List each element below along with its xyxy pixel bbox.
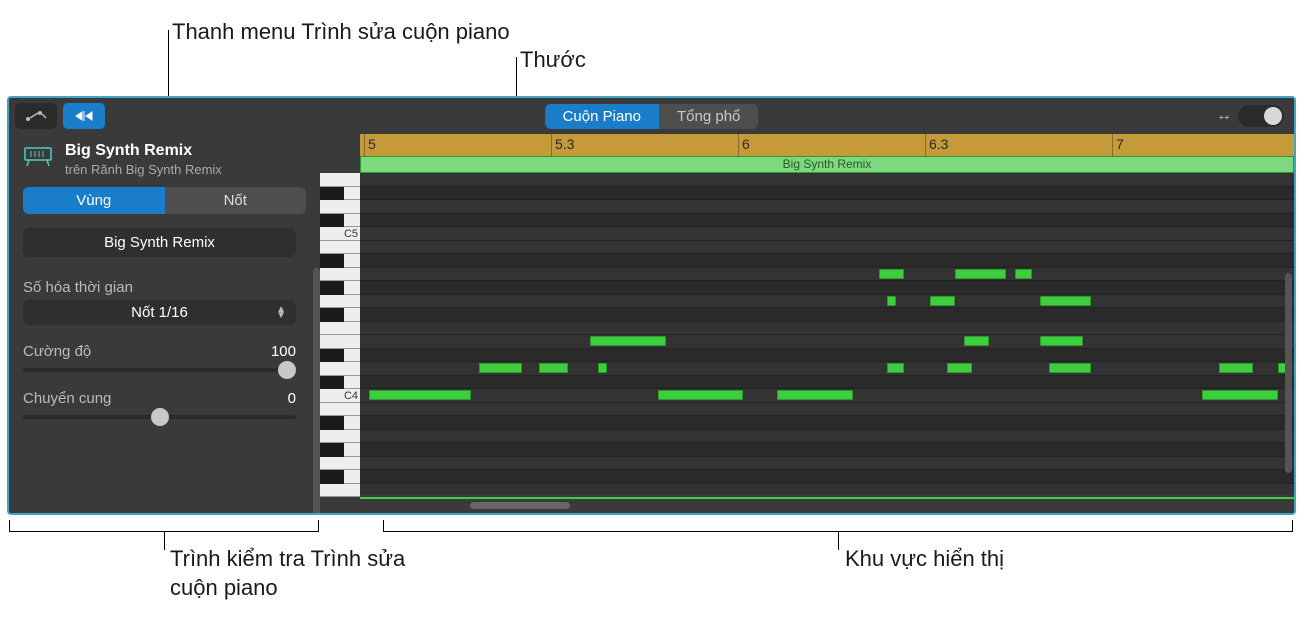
midi-note[interactable]	[1049, 363, 1092, 373]
inspector-mode-tabs: Vùng Nốt	[23, 187, 306, 214]
midi-note[interactable]	[1202, 390, 1279, 400]
tab-note[interactable]: Nốt	[165, 187, 307, 214]
midi-note[interactable]	[598, 363, 607, 373]
inspector-panel: Big Synth Remix trên Rãnh Big Synth Remi…	[9, 134, 320, 513]
bottom-scroll-zone	[360, 495, 1294, 513]
callout-display: Khu vực hiển thị	[845, 545, 1004, 574]
vertical-scrollbar[interactable]	[1285, 273, 1292, 473]
ruler-tick: 5.3	[555, 136, 574, 152]
midi-note[interactable]	[590, 336, 667, 346]
callout-menubar: Thanh menu Trình sửa cuộn piano	[172, 18, 510, 47]
piano-roll-grid: 5 5.3 6 6.3 7 Big Synth Remix C5 C4	[320, 134, 1294, 513]
callout-line	[164, 532, 165, 550]
piano-roll-editor: Cuộn Piano Tổng phổ ↔ Big Synth Remix tr…	[7, 96, 1296, 515]
zoom-control: ↔	[1216, 105, 1284, 127]
region-name-field[interactable]: Big Synth Remix	[23, 228, 296, 257]
inspector-scrollbar[interactable]	[313, 268, 320, 515]
quantize-dropdown[interactable]: Nốt 1/16 ▲▼	[23, 300, 296, 325]
midi-note[interactable]	[1015, 269, 1032, 279]
horizontal-zoom-icon: ↔	[1216, 107, 1232, 125]
editor-menubar: Cuộn Piano Tổng phổ ↔	[9, 98, 1294, 134]
midi-note[interactable]	[1040, 336, 1083, 346]
quantize-label: Số hóa thời gian	[23, 279, 296, 296]
midi-note[interactable]	[539, 363, 569, 373]
midi-note[interactable]	[369, 390, 471, 400]
tab-score[interactable]: Tổng phổ	[659, 104, 758, 129]
midi-note[interactable]	[1040, 296, 1091, 306]
midi-note[interactable]	[658, 390, 743, 400]
midi-note[interactable]	[955, 269, 1006, 279]
velocity-label: Cường độ	[23, 343, 91, 360]
ruler-tick: 7	[1116, 136, 1124, 152]
tab-region[interactable]: Vùng	[23, 187, 165, 214]
velocity-value: 100	[271, 343, 296, 360]
track-subtitle: trên Rãnh Big Synth Remix	[65, 162, 222, 177]
region-strip[interactable]: Big Synth Remix	[360, 156, 1294, 173]
midi-note[interactable]	[947, 363, 973, 373]
ruler-tick: 6.3	[929, 136, 948, 152]
transpose-slider[interactable]	[23, 415, 296, 419]
transpose-label: Chuyển cung	[23, 390, 111, 407]
chevron-updown-icon: ▲▼	[276, 307, 286, 319]
piano-keyboard[interactable]: C5 C4	[320, 173, 360, 495]
bracket-inspector	[9, 520, 319, 532]
horizontal-scrollbar[interactable]	[470, 502, 570, 509]
midi-note[interactable]	[887, 363, 904, 373]
zoom-toggle[interactable]	[1238, 105, 1284, 127]
midi-note[interactable]	[777, 390, 854, 400]
tab-piano-roll[interactable]: Cuộn Piano	[545, 104, 659, 129]
synth-track-icon	[23, 146, 53, 168]
ruler-tick: 6	[742, 136, 750, 152]
quantize-value: Nốt 1/16	[131, 304, 188, 321]
ruler-tick: 5	[368, 136, 376, 152]
view-tabs: Cuộn Piano Tổng phổ	[545, 104, 759, 129]
region-strip-label: Big Synth Remix	[783, 157, 872, 171]
callout-line	[838, 532, 839, 550]
midi-note[interactable]	[1219, 363, 1253, 373]
automation-icon[interactable]	[15, 103, 57, 129]
track-title: Big Synth Remix	[65, 142, 222, 160]
bracket-display	[383, 520, 1293, 532]
callout-inspector: Trình kiểm tra Trình sửa cuộn piano	[170, 545, 450, 602]
key-label: C4	[344, 390, 358, 402]
ruler[interactable]: 5 5.3 6 6.3 7	[360, 134, 1294, 156]
key-label: C5	[344, 228, 358, 240]
midi-note[interactable]	[479, 363, 522, 373]
midi-note[interactable]	[930, 296, 956, 306]
region-extent-line	[360, 497, 1296, 499]
midi-note[interactable]	[887, 296, 896, 306]
note-grid[interactable]	[360, 173, 1294, 495]
midi-note[interactable]	[879, 269, 905, 279]
callout-ruler: Thước	[520, 46, 586, 75]
midi-note[interactable]	[964, 336, 990, 346]
velocity-slider[interactable]	[23, 368, 296, 372]
catch-playhead-icon[interactable]	[63, 103, 105, 129]
transpose-value: 0	[288, 390, 296, 407]
